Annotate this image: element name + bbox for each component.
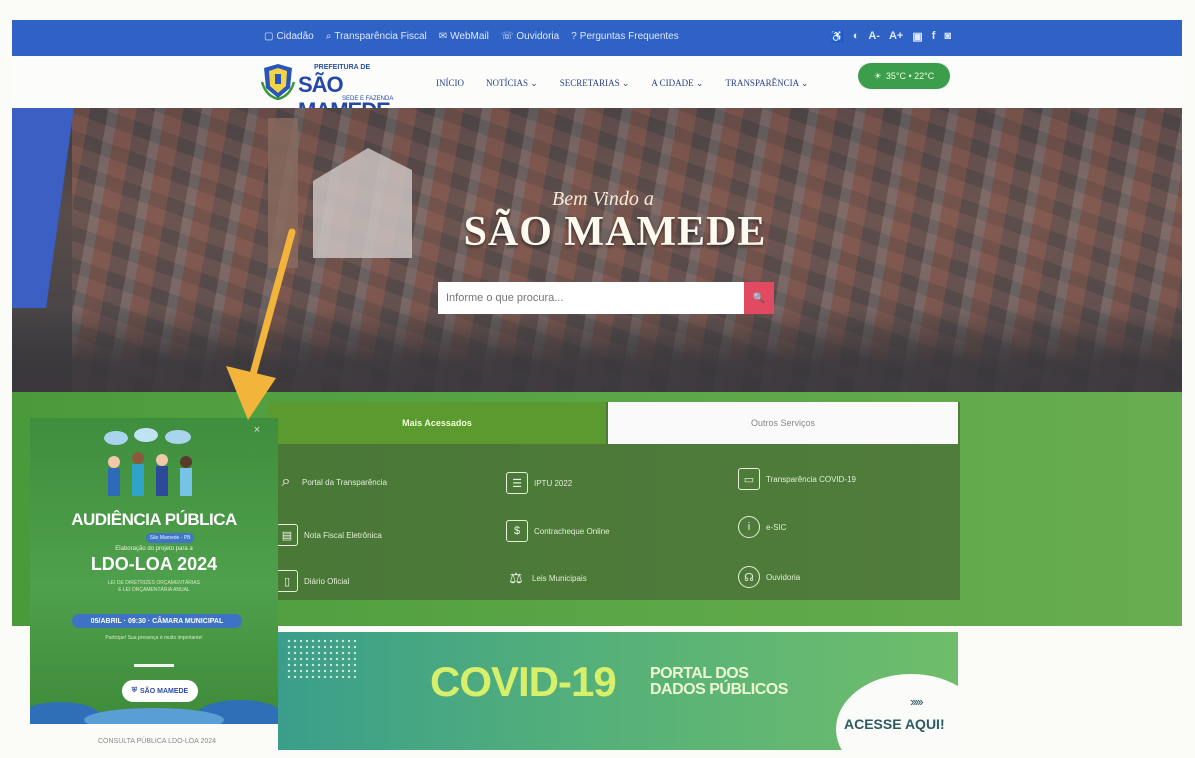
utility-links: ▢ Cidadão ⌕ Transparência Fiscal ✉ WebMail … [264,31,679,42]
hero-blue-accent [12,108,74,308]
rss-icon[interactable]: ◙ [944,30,951,43]
chevrons-icon: ››››› [910,694,924,709]
site-header: PREFEITURA DE SÃO MAMEDE SEDE E FAZENDA … [12,56,1182,123]
weather-temperature: 35°C • 22°C [885,71,935,81]
hero-shade [12,308,1182,400]
nav-transparencia[interactable]: TRANSPARÊNCIA ⌄ [725,78,808,89]
tab-mais-acessados[interactable]: Mais Acessados [268,402,606,444]
popup-location-pill: São Mamede - PB [146,533,194,543]
headset-icon: ☊ [738,566,760,588]
popup-caption: CONSULTA PÚBLICA LDO-LOA 2024 [98,738,217,745]
utility-link-transparencia[interactable]: ⌕ Transparência Fiscal [326,31,427,42]
divider-line [134,664,174,667]
utility-link-webmail[interactable]: ✉ WebMail [439,31,489,42]
tab-outros-servicos[interactable]: Outros Serviços [608,402,958,444]
popup-heading: AUDIÊNCIA PÚBLICA [71,510,237,529]
service-leis-municipais[interactable]: ⚖ Leis Municipais [506,568,586,588]
site-logo[interactable]: PREFEITURA DE SÃO MAMEDE SEDE E FAZENDA [258,56,398,123]
ombudsman-icon: ☏ [500,31,514,42]
logo-prefix: PREFEITURA DE [314,64,371,71]
nav-secretarias[interactable]: SECRETARIAS ⌄ [560,78,630,89]
facebook-icon[interactable]: f [932,30,936,43]
top-utility-bar: ▢ Cidadão ⌕ Transparência Fiscal ✉ WebMail … [12,20,1182,56]
monitor-icon: ▭ [738,468,760,490]
hero-banner: Bem Vindo a SÃO MAMEDE 🔍 [12,108,1182,400]
covid-portal-line1: PORTAL DOS [650,665,749,682]
utility-link-cidadao[interactable]: ▢ Cidadão [264,31,314,42]
coat-of-arms-icon [260,64,296,100]
help-icon: ? [571,31,577,42]
weather-badge: ☀ 35°C • 22°C [858,63,950,89]
magnifier-icon: ⌕ [281,473,291,490]
accessibility-icon[interactable]: ♿ [830,30,844,43]
contrast-icon[interactable]: ◐ [853,30,860,43]
nav-inicio[interactable]: INÍCIO [436,78,464,89]
utility-link-ouvidoria[interactable]: ☏ Ouvidoria [501,31,559,42]
popup-fine-print: LEI DE DIRETRIZES ORÇAMENTÁRIAS E LEI OR… [108,580,200,593]
hero-search: 🔍 [438,282,774,314]
font-increase-button[interactable]: A+ [889,30,903,43]
search-icon: 🔍 [752,292,766,304]
accessibility-tools: ♿ ◐ A- A+ ▣ f ◙ [830,30,951,43]
popup-participate: Participe! Sua presença é muito importan… [105,635,203,641]
nav-noticias[interactable]: NOTÍCIAS ⌄ [486,78,538,89]
document-icon: ☰ [506,472,528,494]
search-icon: ⌕ [325,31,332,42]
instagram-icon[interactable]: ▣ [912,30,922,43]
coat-of-arms-icon: ⛨ [131,687,137,694]
service-portal-transparencia[interactable]: ⌕ Portal da Transparência [276,472,387,492]
service-nota-fiscal[interactable]: ▤ Nota Fiscal Eletrônica [276,524,382,546]
search-button[interactable]: 🔍 [744,282,774,314]
building-icon: ▢ [264,31,274,42]
covid-banner[interactable]: COVID-19 PORTAL DOS DADOS PÚBLICOS ›››››… [278,632,958,750]
service-transparencia-covid[interactable]: ▭ Transparência COVID-19 [738,468,856,490]
dot-pattern [286,638,356,678]
mail-icon: ✉ [438,31,448,42]
covid-title: COVID-19 [430,658,617,705]
popup-logo: ⛨ SÃO MAMEDE [122,680,198,702]
logo-tagline: SEDE E FAZENDA [342,96,394,102]
audiencia-popup[interactable]: × AUDIÊNCIA PÚBLICA São Mamede - PB Elab… [30,418,278,724]
service-esic[interactable]: i e-SIC [738,516,786,538]
service-contracheque[interactable]: $ Contracheque Online [506,520,610,542]
people-speech-illustration [104,428,192,496]
invoice-icon: ▤ [276,524,298,546]
annotation-arrow-icon [226,228,296,420]
utility-link-faq[interactable]: ? Perguntas Frequentes [571,31,679,42]
covid-cta-label[interactable]: ACESSE AQUI! [844,716,945,732]
popup-date-bar: 05/ABRIL · 09:30 · CÂMARA MUNICIPAL [72,614,242,628]
payslip-icon: $ [506,520,528,542]
popup-ldo-title: LDO-LOA 2024 [90,554,218,574]
covid-portal-line2: DADOS PÚBLICOS [650,681,788,698]
search-input[interactable] [438,282,754,314]
gavel-icon: ⚖ [509,570,523,587]
info-icon: i [738,516,760,538]
font-decrease-button[interactable]: A- [868,30,880,43]
service-iptu[interactable]: ☰ IPTU 2022 [506,472,572,494]
hero-title: SÃO MAMEDE [463,209,767,255]
service-ouvidoria[interactable]: ☊ Ouvidoria [738,566,800,588]
main-nav: INÍCIO NOTÍCIAS ⌄ SECRETARIAS ⌄ A CIDADE… [436,78,808,89]
nav-a-cidade[interactable]: A CIDADE ⌄ [651,78,703,89]
popup-elaboration: Elaboração do projeto para a [115,546,193,552]
book-icon: ▯ [276,570,298,592]
sun-cloud-icon: ☀ [873,70,882,81]
covid-cta-shape [836,674,958,750]
service-diario-oficial[interactable]: ▯ Diário Oficial [276,570,349,592]
